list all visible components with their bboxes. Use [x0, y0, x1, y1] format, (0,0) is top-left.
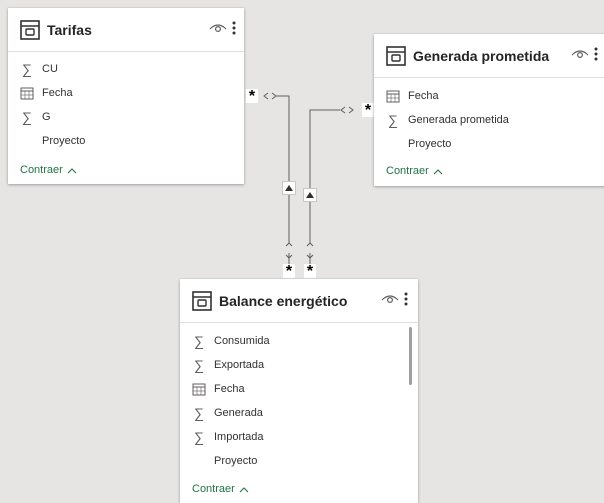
sigma-icon: ∑ — [194, 333, 204, 349]
relationship-line-generada-balance — [309, 109, 340, 243]
collapse-label: Contraer — [386, 165, 429, 177]
scrollbar-thumb[interactable] — [409, 327, 412, 385]
field-name: Exportada — [214, 359, 265, 371]
connector-tarifas-left — [263, 92, 269, 100]
cardinality-many-generada: * — [362, 103, 374, 119]
cardinality-many-balance-a: * — [283, 264, 295, 280]
field-name: Importada — [214, 431, 264, 443]
field-item[interactable]: Fecha — [374, 84, 604, 108]
more-options-icon[interactable] — [402, 291, 410, 307]
card-header[interactable]: Balance energético — [180, 279, 418, 323]
crossfilter-arrow-generada[interactable] — [303, 188, 317, 202]
triangle-up-icon — [306, 192, 314, 198]
field-item[interactable]: ∑ Generada prometida — [374, 108, 604, 132]
calendar-icon — [386, 90, 400, 103]
collapse-button[interactable]: Contraer — [20, 164, 77, 176]
calendar-icon — [20, 87, 34, 100]
field-list: ∑ CU Fecha ∑ G ∑ Proyecto — [8, 57, 244, 153]
field-name: Consumida — [214, 335, 270, 347]
table-title: Balance energético — [219, 292, 348, 309]
field-name: Fecha — [214, 383, 245, 395]
table-card-generada-prometida[interactable]: Generada prometida Fecha ∑ Generada prom… — [374, 34, 604, 186]
eye-icon[interactable] — [380, 292, 400, 306]
more-options-icon[interactable] — [592, 46, 600, 62]
field-name: Proyecto — [408, 138, 452, 150]
field-item[interactable]: ∑ Importada — [180, 425, 418, 449]
cardinality-many-tarifas: * — [246, 89, 258, 105]
collapse-button[interactable]: Contraer — [192, 483, 249, 495]
field-list: ∑ Consumida ∑ Exportada Fecha ∑ Generada — [180, 329, 418, 473]
model-canvas[interactable]: * * * * Tarifas ∑ CU Fecha ∑ G Proyecto … — [0, 0, 604, 503]
field-name: Fecha — [42, 87, 73, 99]
table-title: Generada prometida — [413, 47, 550, 64]
field-item[interactable]: ∑ Proyecto — [374, 132, 604, 156]
eye-icon[interactable] — [208, 21, 228, 35]
chevron-up-icon — [433, 168, 443, 174]
field-name: Generada prometida — [408, 114, 509, 126]
field-name: Proyecto — [214, 455, 258, 467]
collapse-button[interactable]: Contraer — [386, 165, 443, 177]
field-item[interactable]: Fecha — [180, 377, 418, 401]
field-item[interactable]: ∑ Consumida — [180, 329, 418, 353]
sigma-icon: ∑ — [194, 357, 204, 373]
cardinality-many-balance-b: * — [304, 264, 316, 280]
sigma-icon: ∑ — [194, 405, 204, 421]
table-title: Tarifas — [47, 21, 92, 38]
field-item[interactable]: ∑ Generada — [180, 401, 418, 425]
collapse-label: Contraer — [20, 164, 63, 176]
collapse-label: Contraer — [192, 483, 235, 495]
field-name: Proyecto — [42, 135, 86, 147]
field-name: Generada — [214, 407, 263, 419]
relationship-line-tarifas-balance — [276, 95, 290, 243]
chevron-up-icon — [239, 486, 249, 492]
field-item[interactable]: ∑ Proyecto — [8, 129, 244, 153]
card-header[interactable]: Generada prometida — [374, 34, 604, 78]
triangle-up-icon — [285, 185, 293, 191]
table-icon — [192, 290, 212, 311]
card-header[interactable]: Tarifas — [8, 8, 244, 52]
chevron-up-icon — [67, 167, 77, 173]
connector-generada-right — [348, 106, 354, 114]
table-card-balance-energetico[interactable]: Balance energético ∑ Consumida ∑ Exporta… — [180, 279, 418, 503]
field-name: CU — [42, 63, 58, 75]
sigma-icon: ∑ — [194, 429, 204, 445]
field-item[interactable]: ∑ CU — [8, 57, 244, 81]
field-name: G — [42, 111, 51, 123]
table-icon — [20, 19, 40, 40]
connector-tarifas-right — [271, 92, 277, 100]
more-options-icon[interactable] — [230, 20, 238, 36]
field-item[interactable]: ∑ G — [8, 105, 244, 129]
field-item[interactable]: ∑ Exportada — [180, 353, 418, 377]
field-list: Fecha ∑ Generada prometida ∑ Proyecto — [374, 84, 604, 156]
field-name: Fecha — [408, 90, 439, 102]
table-icon — [386, 45, 406, 66]
sigma-icon: ∑ — [388, 112, 398, 128]
sigma-icon: ∑ — [22, 61, 32, 77]
field-item[interactable]: Fecha — [8, 81, 244, 105]
eye-icon[interactable] — [570, 47, 590, 61]
calendar-icon — [192, 383, 206, 396]
crossfilter-arrow-tarifas[interactable] — [282, 181, 296, 195]
connector-generada-left — [340, 106, 346, 114]
sigma-icon: ∑ — [22, 109, 32, 125]
connector-balance-a-top — [285, 242, 293, 247]
table-card-tarifas[interactable]: Tarifas ∑ CU Fecha ∑ G Proyecto Contraer — [8, 8, 244, 184]
connector-balance-b-top — [306, 242, 314, 247]
field-item[interactable]: ∑ Proyecto — [180, 449, 418, 473]
